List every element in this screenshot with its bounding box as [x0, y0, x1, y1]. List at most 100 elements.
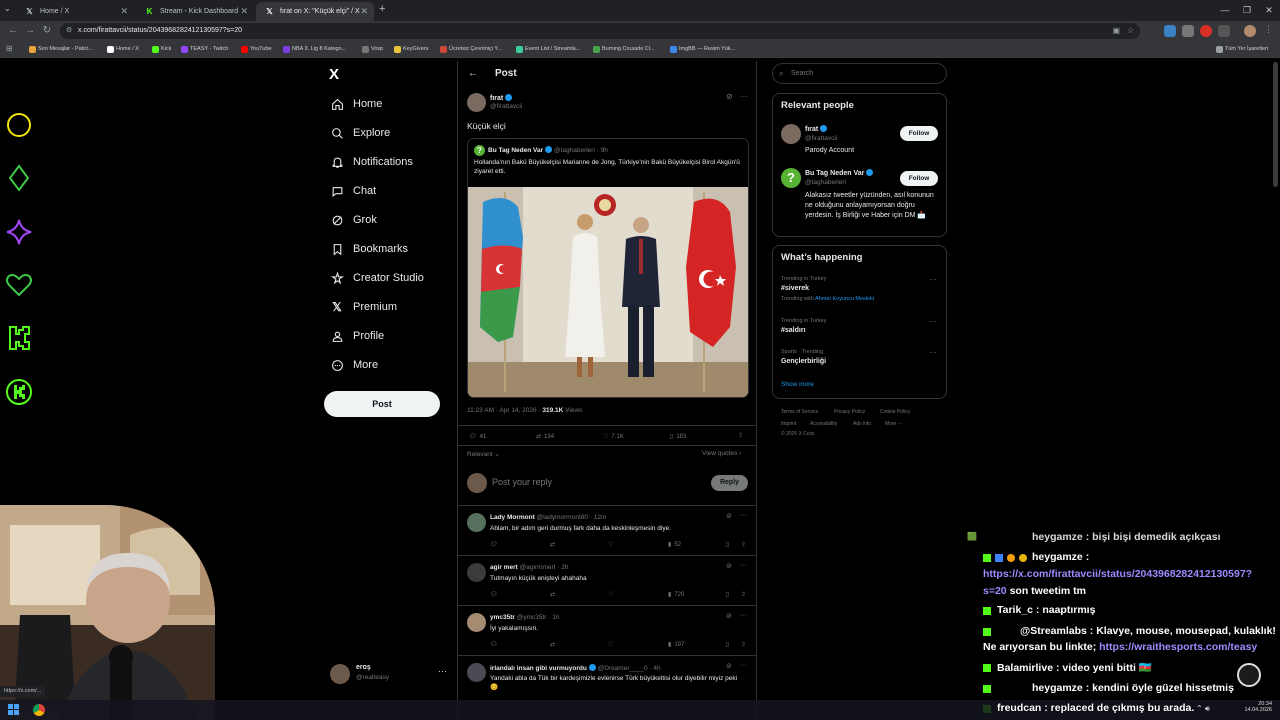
nav-notifications[interactable]: Notifications: [329, 151, 413, 173]
footer-link[interactable]: Accessibility: [810, 421, 837, 427]
reply-author[interactable]: Lady Mormont: [490, 514, 535, 521]
share-icon[interactable]: ⇪: [741, 591, 746, 598]
tab-search-icon[interactable]: ⌄: [4, 4, 11, 13]
chat-link[interactable]: s=20: [983, 585, 1007, 597]
x-logo-icon[interactable]: X: [329, 66, 339, 83]
heart-icon[interactable]: ♡: [608, 641, 613, 648]
bookmark-item[interactable]: TEASY - Twitch: [181, 44, 228, 55]
avatar[interactable]: [467, 563, 486, 582]
more-dots-icon[interactable]: ···: [740, 612, 747, 619]
views-action[interactable]: ▮ 720: [668, 591, 684, 599]
avatar[interactable]: [467, 93, 486, 112]
account-switcher[interactable]: eroş @realteasy ···: [330, 662, 450, 686]
bookmark-icon[interactable]: ▯: [726, 541, 729, 548]
extension-icon[interactable]: [1164, 25, 1176, 37]
repost-action[interactable]: ⇄ 134: [536, 433, 554, 441]
grok-icon[interactable]: ⊘: [726, 562, 732, 570]
reload-icon[interactable]: ↻: [41, 25, 53, 37]
grok-icon[interactable]: ⊘: [726, 92, 733, 101]
reply-icon[interactable]: 💬︎: [490, 591, 498, 598]
chrome-taskbar-icon[interactable]: [33, 704, 45, 716]
post-author-handle[interactable]: @firattavcii: [490, 103, 522, 110]
trend-name[interactable]: Gençlerbirliği: [781, 358, 826, 365]
more-dots-icon[interactable]: ···: [740, 92, 748, 101]
close-window-icon[interactable]: ✕: [1258, 0, 1280, 21]
nav-explore[interactable]: Explore: [329, 122, 390, 144]
bookmark-item[interactable]: Ücretsiz Çevrimiçi Y...: [440, 44, 502, 55]
page-scrollbar[interactable]: [1273, 62, 1278, 187]
heart-icon[interactable]: ♡: [608, 541, 613, 548]
reply-author[interactable]: irlandalı insan gibi vurmuyordu: [490, 665, 587, 672]
browser-tab[interactable]: 𝕏 Home / X ✕: [16, 2, 134, 21]
extension-icon[interactable]: [1200, 25, 1212, 37]
heart-icon[interactable]: ♡: [608, 591, 613, 598]
extensions-puzzle-icon[interactable]: [1218, 25, 1230, 37]
forward-icon[interactable]: →: [24, 25, 36, 37]
minimize-icon[interactable]: —: [1214, 0, 1236, 21]
follow-button[interactable]: Follow: [900, 126, 938, 141]
reply-item[interactable]: Lady Mormont @ladymormont80 · 12m Ablam,…: [458, 506, 756, 555]
question-mark-avatar-icon[interactable]: ?: [781, 168, 801, 188]
footer-link[interactable]: More ···: [885, 421, 903, 427]
repost-icon[interactable]: ⇄: [550, 641, 555, 648]
grok-icon[interactable]: ⊘: [726, 662, 732, 670]
nav-bookmarks[interactable]: Bookmarks: [329, 238, 408, 260]
repost-icon[interactable]: ⇄: [550, 591, 555, 598]
reply-input[interactable]: Post your reply: [492, 477, 552, 487]
footer-link[interactable]: Ads info: [853, 421, 871, 427]
trend-name[interactable]: #siverek: [781, 285, 809, 292]
grok-icon[interactable]: ⊘: [726, 612, 732, 620]
close-tab-icon[interactable]: ✕: [240, 2, 248, 21]
avatar[interactable]: [781, 124, 801, 144]
like-action[interactable]: ♡ 7.1K: [603, 433, 624, 441]
nav-profile[interactable]: Profile: [329, 325, 384, 347]
quoted-post-card[interactable]: ? Bu Tag Neden Var @taghaberleri · 9h Ho…: [467, 138, 749, 398]
close-tab-icon[interactable]: ✕: [120, 2, 128, 21]
share-icon[interactable]: ⇪: [741, 641, 746, 648]
nav-premium[interactable]: 𝕏 Premium: [329, 296, 397, 318]
compose-post-button[interactable]: Post: [324, 391, 440, 417]
bookmark-item[interactable]: YouTube: [241, 44, 272, 55]
reply-icon[interactable]: 💬︎: [490, 641, 498, 648]
reply-author[interactable]: ymc35tr: [490, 614, 515, 621]
footer-link[interactable]: Privacy Policy: [834, 409, 865, 415]
reply-item[interactable]: ymc35tr @ymc35tr · 1h İyi yakalamışsın. …: [458, 606, 756, 655]
footer-link[interactable]: Imprint: [781, 421, 796, 427]
close-tab-icon[interactable]: ✕: [360, 2, 368, 21]
more-dots-icon[interactable]: ···: [929, 348, 937, 357]
apps-grid-icon[interactable]: ⊞: [6, 44, 15, 53]
share-icon[interactable]: ⇪: [741, 541, 746, 548]
bookmark-icon[interactable]: ▯: [726, 591, 729, 598]
bookmark-item[interactable]: ImgBB — Resim Yük...: [670, 44, 735, 55]
follow-button[interactable]: Follow: [900, 171, 938, 186]
more-dots-icon[interactable]: ···: [929, 317, 937, 326]
back-icon[interactable]: ←: [7, 25, 19, 37]
footer-link[interactable]: Terms of Service: [781, 409, 818, 415]
address-bar[interactable]: ⚙ x.com/firattavcii/status/2043968282412…: [60, 23, 1140, 39]
footer-link[interactable]: Cookie Policy: [880, 409, 910, 415]
repost-icon[interactable]: ⇄: [550, 541, 555, 548]
trend-name[interactable]: #saldırı: [781, 327, 806, 334]
browser-tab-active[interactable]: 𝕏 fırat on X: "Küçük elçi" / X ✕: [256, 2, 374, 21]
install-app-icon[interactable]: ▣: [1112, 23, 1120, 39]
extension-icon[interactable]: [1182, 25, 1194, 37]
avatar[interactable]: [467, 513, 486, 532]
profile-avatar-icon[interactable]: [1244, 25, 1256, 37]
trend-extra-link[interactable]: Ahmet Koyuncu Mesleki: [815, 296, 874, 302]
bookmark-item[interactable]: Vosp: [362, 44, 383, 55]
more-dots-icon[interactable]: ···: [740, 662, 747, 669]
reply-action[interactable]: 💬︎ 41: [469, 433, 486, 441]
reply-item[interactable]: agir mert @agirmmert · 2h Tutmayın küçük…: [458, 556, 756, 605]
view-quotes-link[interactable]: View quotes ›: [702, 450, 741, 457]
more-dots-icon[interactable]: ···: [740, 562, 747, 569]
post-author-name[interactable]: fırat: [490, 94, 513, 102]
bookmark-action[interactable]: ▯ 183: [670, 433, 686, 441]
system-clock[interactable]: 20:34 14.04.2026: [1240, 701, 1272, 713]
sort-replies-dropdown[interactable]: Relevant ⌄: [467, 450, 500, 458]
avatar[interactable]: [467, 613, 486, 632]
nav-creator-studio[interactable]: Creator Studio: [329, 267, 424, 289]
windows-start-icon[interactable]: [8, 704, 20, 716]
show-more-link[interactable]: Show more: [781, 381, 814, 388]
bookmark-star-icon[interactable]: ☆: [1127, 23, 1134, 39]
bookmark-icon[interactable]: ▯: [726, 641, 729, 648]
